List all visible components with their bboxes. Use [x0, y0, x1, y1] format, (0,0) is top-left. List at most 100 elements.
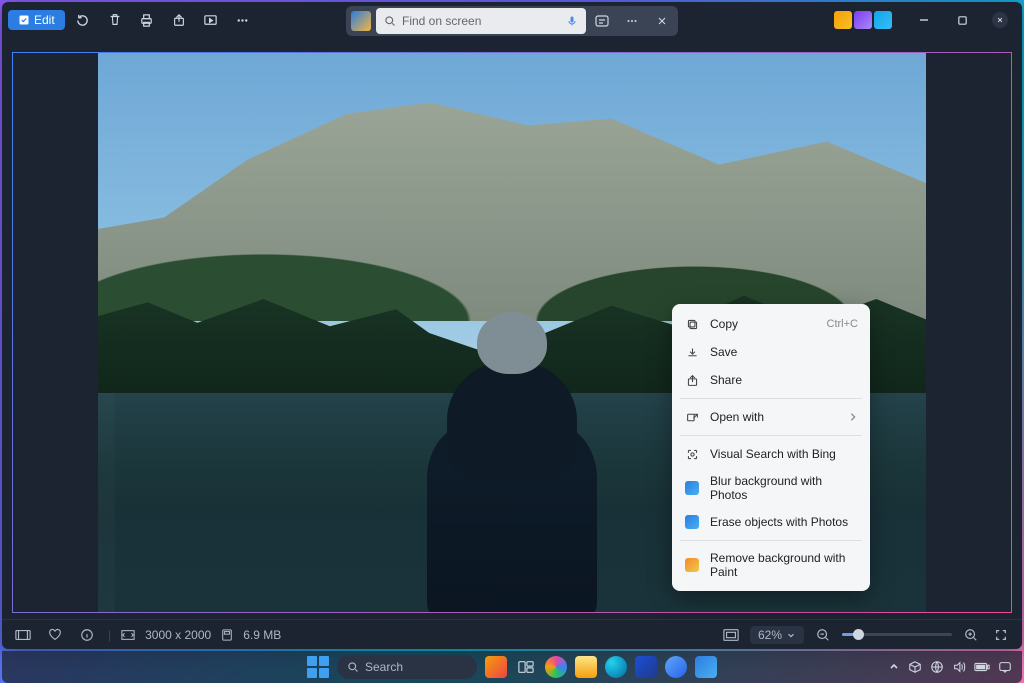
context-open-with-label: Open with — [710, 410, 838, 424]
taskbar-search[interactable]: Search — [337, 655, 477, 679]
titlebar-right — [834, 2, 1018, 38]
save-icon — [686, 346, 699, 359]
photos-icon — [685, 481, 699, 495]
start-button[interactable] — [307, 656, 329, 678]
context-sep-2 — [680, 435, 862, 436]
tray-globe-icon[interactable] — [930, 660, 944, 674]
maximize-button[interactable] — [944, 5, 980, 35]
search-placeholder: Find on screen — [402, 14, 560, 28]
tray-battery-icon[interactable] — [974, 661, 990, 673]
delete-button[interactable] — [101, 6, 129, 34]
copy-icon — [686, 318, 699, 331]
close-icon — [992, 12, 1008, 28]
canvas-area: Copy Ctrl+C Save Share Open with — [2, 38, 1022, 619]
rotate-icon — [75, 13, 90, 28]
maximize-icon — [957, 15, 968, 26]
photos-app-window: Edit Fin — [2, 2, 1022, 649]
system-tray — [888, 660, 1012, 674]
copilot-icon — [594, 13, 610, 29]
context-blur-bg[interactable]: Blur background with Photos — [672, 468, 870, 508]
paint-icon — [685, 558, 699, 572]
searchbar-more-button[interactable] — [618, 8, 646, 34]
pinned-app-icon-3[interactable] — [874, 11, 892, 29]
close-window-button[interactable] — [982, 5, 1018, 35]
pinned-app-icon-2[interactable] — [854, 11, 872, 29]
context-visual-search-label: Visual Search with Bing — [710, 447, 858, 461]
pinned-app-icon-1[interactable] — [834, 11, 852, 29]
tray-chevron-icon[interactable] — [888, 661, 900, 673]
tray-notifications-icon[interactable] — [998, 660, 1012, 674]
copilot-button[interactable] — [588, 8, 616, 34]
filesize-icon — [221, 628, 233, 642]
fit-button[interactable] — [720, 624, 742, 646]
share-button[interactable] — [165, 6, 193, 34]
share-icon — [686, 374, 699, 387]
context-erase-obj-label: Erase objects with Photos — [710, 515, 858, 529]
more-icon — [625, 14, 639, 28]
more-icon — [235, 13, 250, 28]
info-button[interactable] — [76, 624, 98, 646]
edit-icon — [18, 14, 30, 26]
context-remove-bg[interactable]: Remove background with Paint — [672, 545, 870, 585]
context-share[interactable]: Share — [672, 366, 870, 394]
slideshow-button[interactable] — [197, 6, 225, 34]
zoom-in-button[interactable] — [960, 624, 982, 646]
context-open-with[interactable]: Open with — [672, 403, 870, 431]
info-icon — [80, 628, 94, 642]
search-icon — [384, 15, 396, 27]
context-visual-search[interactable]: Visual Search with Bing — [672, 440, 870, 468]
photos-taskbar-button[interactable] — [695, 656, 717, 678]
tray-volume-icon[interactable] — [952, 660, 966, 674]
zoom-out-button[interactable] — [812, 624, 834, 646]
context-erase-obj[interactable]: Erase objects with Photos — [672, 508, 870, 536]
titlebar: Edit Fin — [2, 2, 1022, 38]
search-icon — [347, 661, 359, 673]
context-remove-bg-label: Remove background with Paint — [710, 551, 858, 579]
dimensions-icon — [121, 629, 135, 641]
filmstrip-button[interactable] — [12, 624, 34, 646]
find-on-screen-input[interactable]: Find on screen — [376, 8, 586, 34]
settings-button[interactable] — [665, 656, 687, 678]
statusbar-right: 62% — [720, 624, 1012, 646]
heart-icon — [48, 628, 62, 642]
statusbar: | 3000 x 2000 6.9 MB 62% — [2, 619, 1022, 649]
edge-button[interactable] — [605, 656, 627, 678]
filmstrip-icon — [15, 629, 31, 641]
context-sep-1 — [680, 398, 862, 399]
context-save[interactable]: Save — [672, 338, 870, 366]
slideshow-icon — [203, 13, 218, 28]
zoom-in-icon — [964, 628, 978, 642]
zoom-value: 62% — [758, 628, 782, 642]
zoom-slider[interactable] — [842, 633, 952, 636]
more-button[interactable] — [229, 6, 257, 34]
fullscreen-icon — [994, 628, 1008, 642]
minimize-button[interactable] — [906, 5, 942, 35]
context-copy-label: Copy — [710, 317, 817, 331]
photos-icon — [685, 515, 699, 529]
favorite-button[interactable] — [44, 624, 66, 646]
searchbar-close-button[interactable] — [648, 8, 676, 34]
taskbar-icon-1[interactable] — [485, 656, 507, 678]
context-sep-3 — [680, 540, 862, 541]
explorer-button[interactable] — [575, 656, 597, 678]
context-copy[interactable]: Copy Ctrl+C — [672, 310, 870, 338]
fullscreen-button[interactable] — [990, 624, 1012, 646]
tray-cube-icon[interactable] — [908, 660, 922, 674]
edit-button[interactable]: Edit — [8, 10, 65, 30]
rotate-button[interactable] — [69, 6, 97, 34]
chevron-right-icon — [848, 412, 858, 422]
print-button[interactable] — [133, 6, 161, 34]
minimize-icon — [918, 14, 930, 26]
find-on-screen-bar: Find on screen — [346, 6, 678, 36]
mic-icon[interactable] — [566, 14, 578, 28]
open-with-icon — [686, 411, 699, 424]
photo-person — [417, 312, 607, 612]
task-view-button[interactable] — [515, 656, 537, 678]
image-dimensions: 3000 x 2000 — [145, 628, 211, 642]
titlebar-left: Edit — [2, 6, 257, 34]
store-button[interactable] — [635, 656, 657, 678]
photos-app-icon — [351, 11, 371, 31]
zoom-dropdown[interactable]: 62% — [750, 626, 804, 644]
copilot-taskbar-button[interactable] — [545, 656, 567, 678]
taskbar-search-label: Search — [365, 660, 403, 674]
